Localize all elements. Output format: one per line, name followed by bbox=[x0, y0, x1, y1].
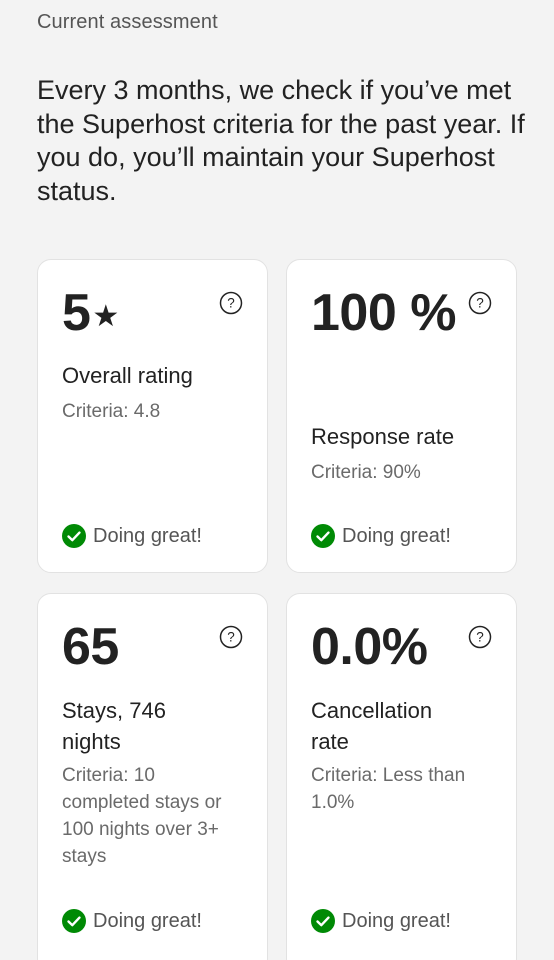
card-title: Cancellation rate bbox=[311, 698, 433, 754]
check-circle-icon bbox=[62, 909, 86, 933]
card-criteria: Criteria: 90% bbox=[311, 462, 421, 483]
status-text: Doing great! bbox=[93, 524, 202, 547]
card-title: Overall rating bbox=[62, 363, 193, 388]
help-icon[interactable]: ? bbox=[468, 291, 492, 315]
svg-text:?: ? bbox=[476, 296, 484, 311]
card-title: Response rate bbox=[311, 424, 455, 449]
cancellation-rate-card: 0.0% ? Cancellation rate Criteria: Less … bbox=[286, 593, 517, 960]
check-circle-icon bbox=[311, 909, 335, 933]
stays-card: 65 ? Stays, 746 nights Criteria: 10 comp… bbox=[37, 593, 268, 960]
stays-value: 65 bbox=[62, 618, 119, 676]
overall-rating-card: 5★ ? Overall rating Criteria: 4.8 Doing … bbox=[37, 259, 268, 573]
svg-text:?: ? bbox=[227, 296, 235, 311]
section-label: Current assessment bbox=[37, 11, 218, 33]
response-rate-card: 100 % ? Response rate Criteria: 90% Doin… bbox=[286, 259, 517, 573]
card-title: Stays, 746 nights bbox=[62, 698, 166, 754]
svg-text:?: ? bbox=[227, 630, 235, 645]
status-text: Doing great! bbox=[93, 909, 202, 932]
card-criteria: Criteria: 4.8 bbox=[62, 401, 161, 422]
star-icon: ★ bbox=[92, 300, 120, 333]
status-badge: Doing great! bbox=[311, 908, 451, 934]
cancellation-rate-value: 0.0% bbox=[311, 618, 428, 676]
status-badge: Doing great! bbox=[311, 523, 451, 549]
overall-rating-value: 5★ bbox=[62, 284, 120, 342]
card-criteria: Criteria: Less than 1.0% bbox=[311, 765, 466, 813]
intro-text: Every 3 months, we check if you’ve met t… bbox=[37, 75, 525, 206]
help-icon[interactable]: ? bbox=[219, 291, 243, 315]
svg-text:?: ? bbox=[476, 630, 484, 645]
status-text: Doing great! bbox=[342, 909, 451, 932]
help-icon[interactable]: ? bbox=[468, 625, 492, 649]
superhost-assessment-page: Current assessment Every 3 months, we ch… bbox=[0, 0, 554, 960]
check-circle-icon bbox=[311, 524, 335, 548]
help-icon[interactable]: ? bbox=[219, 625, 243, 649]
response-rate-value: 100 % bbox=[311, 284, 456, 342]
status-text: Doing great! bbox=[342, 524, 451, 547]
status-badge: Doing great! bbox=[62, 523, 202, 549]
card-criteria: Criteria: 10 completed stays or 100 nigh… bbox=[62, 765, 222, 867]
status-badge: Doing great! bbox=[62, 908, 202, 934]
check-circle-icon bbox=[62, 524, 86, 548]
